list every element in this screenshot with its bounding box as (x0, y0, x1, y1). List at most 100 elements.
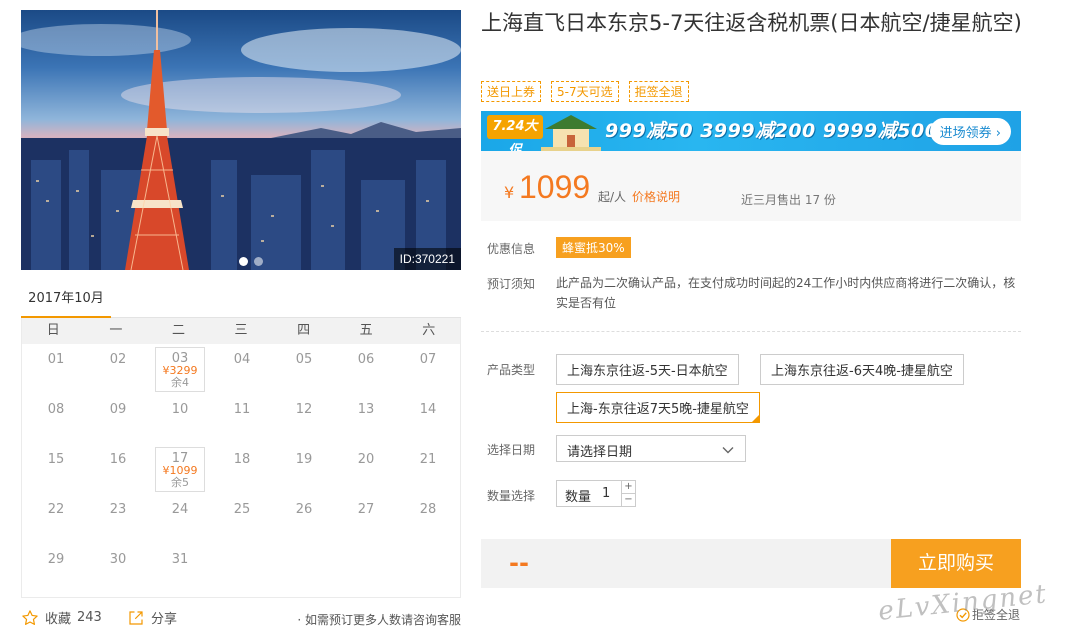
product-type-option-2[interactable]: 上海东京往返-6天4晚-捷星航空 (760, 354, 964, 385)
promo-text: 999减50 3999减200 9999减500 (605, 120, 939, 142)
day-number: 13 (357, 402, 375, 417)
product-title: 上海直飞日本东京5-7天往返含税机票(日本航空/捷星航空) (481, 11, 1022, 35)
day-number: 25 (233, 502, 251, 517)
calendar-day: 11 (211, 394, 273, 444)
discount-badge: 蜂蜜抵30% (556, 237, 631, 258)
product-tags: 送日上券 5-7天可选 拒签全退 (481, 81, 689, 102)
day-number: 20 (357, 452, 375, 467)
quantity-field-label: 数量 (565, 490, 592, 505)
quantity-increase-button[interactable]: + (621, 481, 635, 494)
day-number: 26 (295, 502, 313, 517)
day-number: 04 (233, 352, 251, 367)
total-price: -- (509, 549, 529, 577)
day-number: 24 (171, 502, 189, 517)
day-number: 16 (109, 452, 127, 467)
day-number: 06 (357, 352, 375, 367)
share-icon (129, 610, 143, 625)
price-box: ¥ 1099 起/人 价格说明 近三月售出 17 份 (481, 151, 1021, 221)
type-label: 产品类型 (487, 363, 536, 377)
calendar-day: 05 (273, 344, 335, 394)
price-amount: 1099 (519, 169, 591, 205)
notice-text: 此产品为二次确认产品，在支付成功时间起的24工作小时内供应商将进行二次确认，核实… (556, 276, 1016, 310)
calendar-day: 21 (397, 444, 459, 494)
calendar-day: 18 (211, 444, 273, 494)
weekday-header: 五 (359, 323, 373, 338)
carousel-dots (239, 257, 263, 266)
calendar-day-available[interactable]: 17 ¥1099 余5 (155, 447, 205, 492)
buy-now-button[interactable]: 立即购买 (891, 539, 1021, 588)
day-number: 08 (47, 402, 65, 417)
weekday-header: 一 (109, 323, 123, 338)
beach-hut-icon (541, 115, 601, 151)
day-stock: 余4 (171, 376, 189, 389)
product-type-option-1[interactable]: 上海东京往返-5天-日本航空 (556, 354, 739, 385)
favorite-count: 243 (77, 610, 102, 625)
calendar-day: 15 (25, 444, 87, 494)
day-number: 11 (233, 402, 251, 417)
calendar-weekdays: 日一二三四五六 (22, 318, 460, 344)
calendar-day: 13 (335, 394, 397, 444)
calendar-day: 31 (149, 544, 211, 594)
favorite-button[interactable]: 收藏 243 (21, 608, 102, 627)
carousel-dot-1[interactable] (239, 257, 248, 266)
calendar-day: 23 (87, 494, 149, 544)
product-type-option-3[interactable]: 上海-东京往返7天5晚-捷星航空 (556, 392, 760, 423)
calendar-day: 08 (25, 394, 87, 444)
calendar-day-available[interactable]: 03 ¥3299 余4 (155, 347, 205, 392)
quantity-label: 数量选择 (487, 489, 536, 503)
day-number: 10 (171, 402, 189, 417)
favorite-label: 收藏 (45, 612, 72, 627)
share-label: 分享 (151, 612, 178, 627)
calendar-day: 10 (149, 394, 211, 444)
calendar-day: 20 (335, 444, 397, 494)
calendar-day: 16 (87, 444, 149, 494)
departure-calendar: 日 一 二 三 四 五 六 01 02 03 ¥3299 余4 04 05 06 07 08 09 10 11 12 1… (21, 318, 461, 598)
calendar-day: 24 (149, 494, 211, 544)
day-number: 22 (47, 502, 65, 517)
calendar-day: 09 (87, 394, 149, 444)
calendar-day: 02 (87, 344, 149, 394)
calendar-month-tab[interactable]: 2017年10月 (21, 290, 111, 318)
product-image-carousel[interactable]: ID:370221 (21, 10, 461, 270)
quantity-decrease-button[interactable]: − (621, 494, 635, 507)
quantity-value[interactable]: 1 (602, 486, 610, 501)
calendar-day: 01 (25, 344, 87, 394)
weekday-header: 六 (422, 323, 436, 338)
product-tag: 5-7天可选 (551, 81, 619, 102)
carousel-dot-2[interactable] (254, 257, 263, 266)
promo-banner[interactable]: 7.24大促 999减50 3999减200 9999减500 进场领券 › (481, 111, 1021, 151)
product-tag: 拒签全退 (628, 81, 689, 102)
date-select-value: 请选择日期 (567, 445, 633, 460)
calendar-day: 26 (273, 494, 335, 544)
day-number: 05 (295, 352, 313, 367)
price-explain-link[interactable]: 价格说明 (632, 188, 680, 205)
sold-count: 近三月售出 17 份 (741, 193, 836, 207)
calendar-day: 06 (335, 344, 397, 394)
date-select[interactable]: 请选择日期 (556, 435, 746, 462)
day-number: 30 (109, 552, 127, 567)
currency-symbol: ¥ (504, 183, 515, 202)
share-button[interactable]: 分享 (127, 608, 177, 627)
calendar-day: 07 (397, 344, 459, 394)
divider (481, 331, 1021, 332)
day-number: 21 (419, 452, 437, 467)
day-number: 31 (171, 552, 189, 567)
day-number: 15 (47, 452, 65, 467)
claim-coupon-button[interactable]: 进场领券 › (929, 118, 1011, 145)
chevron-down-icon (722, 447, 734, 454)
day-stock: 余5 (171, 476, 189, 489)
calendar-day: 19 (273, 444, 335, 494)
weekday-header: 三 (234, 323, 248, 338)
calendar-day: 25 (211, 494, 273, 544)
product-actions: 收藏 243 分享 · 如需预订更多人数请咨询客服 (21, 608, 461, 630)
calendar-day: 30 (87, 544, 149, 594)
calendar-day: 29 (25, 544, 87, 594)
discount-label: 优惠信息 (487, 242, 536, 256)
weekday-header: 日 (46, 323, 60, 338)
calendar-day: 14 (397, 394, 459, 444)
calendar-day: 27 (335, 494, 397, 544)
day-number: 07 (419, 352, 437, 367)
star-icon (22, 609, 38, 625)
day-number: 29 (47, 552, 65, 567)
calendar-day: 04 (211, 344, 273, 394)
